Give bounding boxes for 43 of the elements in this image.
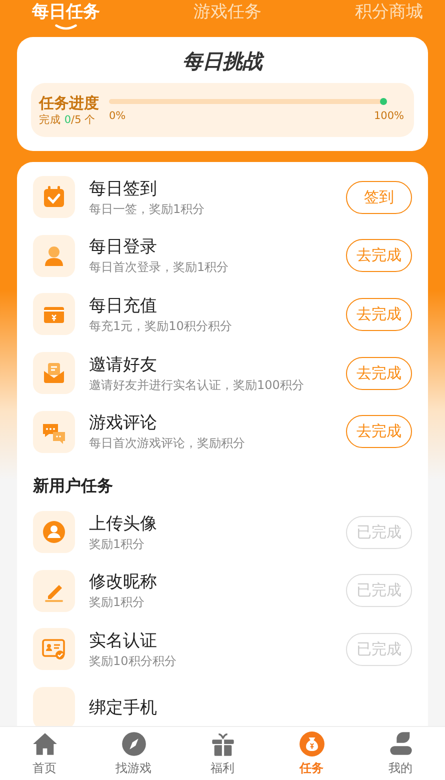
task-title: 每日签到 [89, 178, 158, 200]
task-button[interactable]: 签到 [346, 180, 412, 214]
task-title: 每日充值 [89, 294, 158, 317]
task-description: 奖励1积分 [89, 536, 146, 552]
task-title: 每日登录 [89, 236, 158, 258]
task-title: 游戏评论 [89, 412, 158, 434]
progress-count: 完成 0/5 个 [39, 113, 97, 127]
money-bag-icon [298, 730, 324, 756]
task-title: 邀请好友 [89, 354, 158, 376]
task-description: 每日首次游戏评论，奖励积分 [89, 435, 246, 452]
progress-label: 任务进度 [39, 93, 99, 113]
task-title: 实名认证 [89, 630, 158, 652]
task-title: 上传头像 [89, 512, 158, 535]
progress-end-label: 100% [374, 110, 404, 122]
nav-tab[interactable]: 找游戏 [98, 730, 168, 776]
gift-icon [210, 730, 236, 756]
task-description: 每日一签，奖励1积分 [89, 200, 206, 217]
task-description: 邀请好友并进行实名认证，奖励100积分 [89, 376, 305, 393]
task-description: 每充1元，奖励10积分积分 [89, 318, 233, 334]
task-description: 每日首次登录，奖励1积分 [89, 259, 230, 276]
compass-icon [120, 730, 146, 756]
task-description: 奖励10积分积分 [89, 652, 178, 669]
challenge-title: 每日挑战 [182, 48, 266, 75]
task-button[interactable]: 去完成 [346, 298, 412, 331]
nav-tab[interactable]: 首页 [10, 730, 80, 776]
progress-start-label: 0% [109, 110, 126, 122]
icon-background [33, 687, 75, 726]
task-title: 绑定手机 [89, 697, 158, 720]
top-tab[interactable]: 游戏任务 [194, 0, 262, 30]
task-button[interactable]: 去完成 [346, 356, 412, 390]
nav-tab[interactable]: 任务 [276, 730, 346, 776]
progress-end-dot [380, 98, 387, 104]
top-tab[interactable]: 每日任务 [32, 0, 100, 30]
task-button[interactable]: 去完成 [346, 239, 412, 272]
nav-tab[interactable]: 我的 [366, 730, 436, 776]
person-icon [388, 730, 414, 756]
task-description: 奖励1积分 [89, 594, 146, 610]
section-title: 新用户任务 [32, 474, 114, 497]
task-title: 修改昵称 [89, 571, 158, 594]
nav-tab[interactable]: 福利 [188, 730, 258, 776]
task-button[interactable]: 去完成 [346, 415, 412, 448]
house-icon [32, 730, 58, 756]
top-tab[interactable]: 积分商城 [355, 0, 423, 30]
